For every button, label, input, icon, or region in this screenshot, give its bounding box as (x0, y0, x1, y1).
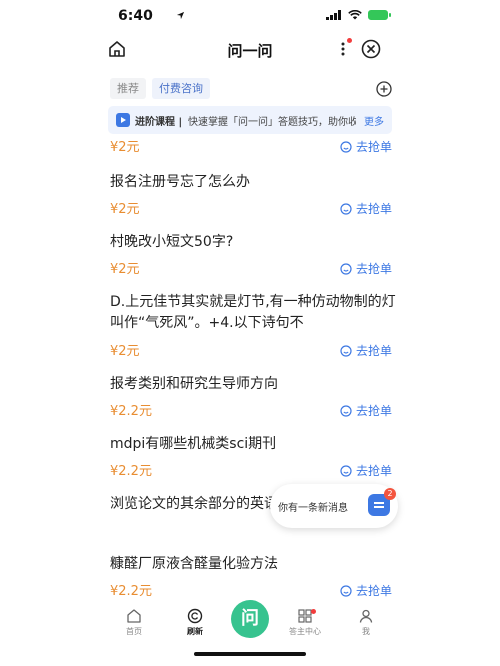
smile-icon (340, 584, 352, 597)
smile-icon (340, 464, 352, 477)
user-icon (359, 609, 373, 623)
message-badge: 2 (384, 488, 396, 500)
notification-dot (311, 609, 316, 614)
price-label: ¥2元 (110, 202, 140, 217)
price-label: ¥2元 (110, 140, 140, 155)
tab-recommend[interactable]: 推荐 (110, 78, 146, 99)
home-icon (127, 609, 141, 623)
grab-order-button[interactable]: 去抢单 (340, 260, 392, 277)
list-item[interactable]: ¥2元 去抢单 (0, 134, 500, 158)
smile-icon (340, 202, 352, 215)
refresh-icon (187, 608, 203, 624)
grab-order-label: 去抢单 (356, 344, 393, 358)
toast-text: 你有一条新消息 (278, 503, 348, 514)
course-banner[interactable]: 进阶课程 | 快速掌握「问一问」答题技巧，助你收益翻... 更多 (108, 106, 392, 134)
grab-order-button[interactable]: 去抢单 (340, 582, 392, 599)
tab-label: 首页 (126, 627, 142, 636)
more-vertical-icon (341, 42, 345, 56)
list-item[interactable]: 报考类别和研究生导师方向 ¥2.2元 去抢单 (0, 372, 500, 424)
banner-title: 进阶课程 | (135, 117, 183, 128)
grab-order-label: 去抢单 (356, 202, 393, 216)
home-indicator (194, 652, 306, 656)
new-message-toast[interactable]: 你有一条新消息 2 (270, 484, 398, 528)
grab-order-button[interactable]: 去抢单 (340, 342, 392, 359)
tab-me[interactable]: 我 (341, 608, 391, 637)
question-title: 糠醛厂原液含醛量化验方法 (110, 556, 278, 572)
close-icon[interactable] (361, 39, 381, 59)
tab-paid-consult[interactable]: 付费咨询 (152, 78, 210, 99)
banner-more-link[interactable]: 更多 (364, 113, 384, 128)
notification-dot (347, 38, 352, 43)
signal-icon (326, 10, 341, 20)
smile-icon (340, 262, 352, 275)
battery-icon (368, 10, 391, 20)
ask-button[interactable]: 问 (231, 600, 269, 638)
question-title: D.上元佳节其实就是灯节,有一种仿动物制的灯叫作“气死风”。+4.以下诗句不 (110, 294, 396, 331)
filter-bar: 推荐 付费咨询 (0, 76, 500, 102)
wifi-icon (348, 10, 362, 20)
list-item[interactable]: 村晚改小短文50字? ¥2元 去抢单 (0, 230, 500, 282)
status-time: 6:40 (118, 8, 153, 24)
price-label: ¥2元 (110, 344, 140, 359)
status-icons (326, 10, 391, 20)
question-title: 村晚改小短文50字? (110, 234, 234, 250)
tab-label: 我 (362, 627, 370, 636)
question-title: 报考类别和研究生导师方向 (110, 376, 278, 392)
tab-label: 答主中心 (289, 627, 321, 636)
add-icon[interactable] (376, 81, 392, 97)
grab-order-label: 去抢单 (356, 140, 393, 154)
location-icon (176, 11, 185, 20)
grab-order-label: 去抢单 (356, 404, 393, 418)
tab-home[interactable]: 首页 (109, 608, 159, 637)
question-title: 报名注册号忘了怎么办 (110, 174, 250, 190)
list-item[interactable]: mdpi有哪些机械类sci期刊 ¥2.2元 去抢单 (0, 432, 500, 484)
nav-bar: 问一问 (0, 34, 500, 66)
price-label: ¥2.2元 (110, 404, 152, 419)
list-item[interactable]: 糠醛厂原液含醛量化验方法 ¥2.2元 去抢单 (0, 552, 500, 604)
list-item[interactable]: 报名注册号忘了怎么办 ¥2元 去抢单 (0, 170, 500, 222)
tab-refresh[interactable]: 刷新 (170, 608, 220, 637)
price-label: ¥2.2元 (110, 584, 152, 599)
list-item[interactable]: 浏览论文的其余部分的英语 (0, 492, 500, 544)
question-list[interactable]: ¥2元 去抢单 报名注册号忘了怎么办 ¥2元 去抢单 村晚改小短文50字? ¥2… (0, 134, 500, 604)
question-title: mdpi有哪些机械类sci期刊 (110, 436, 277, 452)
status-bar: 6:40 (0, 0, 500, 34)
list-item[interactable]: D.上元佳节其实就是灯节,有一种仿动物制的灯叫作“气死风”。+4.以下诗句不 ¥… (0, 290, 500, 364)
more-button[interactable] (330, 36, 356, 62)
smile-icon (340, 140, 352, 153)
tab-answerer-center[interactable]: 答主中心 (280, 608, 330, 637)
grab-order-button[interactable]: 去抢单 (340, 200, 392, 217)
tab-label: 刷新 (187, 627, 203, 636)
bottom-tab-bar: 首页 刷新 问 答主中心 我 (0, 600, 500, 666)
grab-order-label: 去抢单 (356, 262, 393, 276)
grab-order-label: 去抢单 (356, 584, 393, 598)
page-title: 问一问 (227, 42, 273, 60)
smile-icon (340, 344, 352, 357)
grab-order-button[interactable]: 去抢单 (340, 402, 392, 419)
grab-order-button[interactable]: 去抢单 (340, 138, 392, 155)
grab-order-label: 去抢单 (356, 464, 393, 478)
smile-icon (340, 404, 352, 417)
price-label: ¥2.2元 (110, 464, 152, 479)
banner-text: 快速掌握「问一问」答题技巧，助你收益翻... (188, 117, 356, 128)
play-icon (116, 113, 130, 127)
price-label: ¥2元 (110, 262, 140, 277)
grab-order-button[interactable]: 去抢单 (340, 462, 392, 479)
